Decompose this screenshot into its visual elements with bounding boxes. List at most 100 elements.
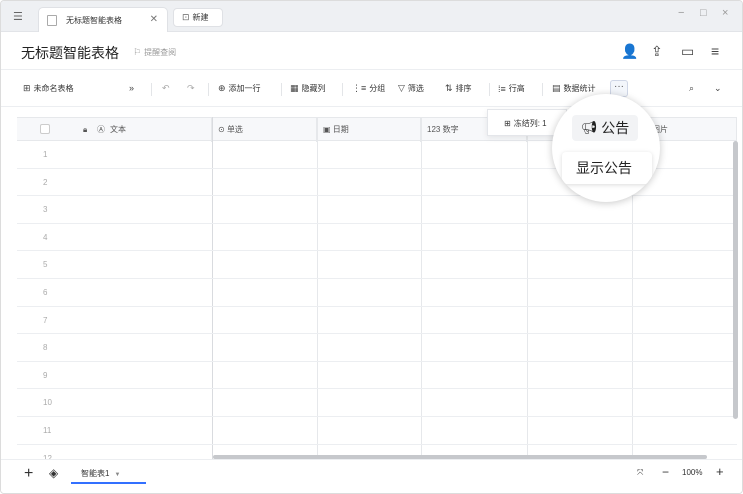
table-row[interactable]: 11 (17, 417, 737, 445)
freeze-columns-label: 冻结列: 1 (513, 119, 547, 128)
page-title[interactable]: 无标题智能表格 (21, 43, 119, 63)
fit-screen-icon[interactable]: ⤧ (637, 468, 643, 478)
flag-icon: ⚐ (133, 47, 142, 57)
document-icon (47, 14, 57, 26)
sort-icon: ⇅ (445, 83, 453, 93)
filter-button[interactable]: ▽ 筛选 (398, 83, 424, 94)
collapse-panel-icon[interactable]: » (129, 83, 137, 93)
add-collaborator-icon[interactable]: 👤 (621, 43, 638, 60)
table-row[interactable]: 6 (17, 279, 737, 307)
layers-icon[interactable]: ◈ (49, 466, 58, 480)
redo-icon[interactable]: ↷ (187, 83, 198, 94)
zoom-in-icon[interactable]: + (716, 464, 724, 479)
row-number: 2 (43, 177, 48, 187)
undo-icon[interactable]: ↶ (162, 83, 173, 94)
table-row[interactable]: 4 (17, 224, 737, 252)
new-tab-button[interactable]: ⊡ 新建 (173, 8, 223, 27)
column-header-single-select[interactable]: ⊙ 单选 (212, 118, 317, 142)
reminder-label: 提醒查阅 (144, 48, 177, 57)
hide-columns-label: 隐藏列 (301, 84, 326, 93)
group-icon: ⋮≡ (352, 83, 367, 93)
vertical-scrollbar[interactable] (733, 141, 738, 419)
show-announcement-menu-item[interactable]: 显示公告 (562, 152, 652, 184)
stats-icon: ▤ (552, 83, 561, 93)
zoom-level[interactable]: 100% (682, 468, 702, 477)
select-icon: ⊙ (218, 125, 227, 134)
row-number: 4 (43, 232, 48, 242)
announcement-button[interactable]: 📢︎ 公告 (572, 115, 638, 141)
stats-button[interactable]: ▤ 数据统计 (552, 83, 596, 94)
caret-down-icon[interactable]: ▼ (114, 472, 120, 478)
close-window-button[interactable]: × (722, 7, 728, 19)
sort-label: 排序 (455, 84, 472, 93)
tab-document[interactable]: 无标题智能表格 ✕ (38, 7, 168, 32)
row-number: 7 (43, 315, 48, 325)
bottom-bar: + ◈ 智能表1 ▼ ⤧ − 100% + (1, 459, 742, 493)
column-header-text[interactable]: 🔒︎ Ⓐ 文本 (17, 118, 212, 142)
stats-label: 数据统计 (563, 84, 596, 93)
minimize-button[interactable]: − (678, 7, 684, 19)
megaphone-icon: 📢︎ (580, 120, 598, 135)
reminder-button[interactable]: ⚐ 提醒查阅 (133, 47, 176, 58)
group-label: 分组 (369, 84, 386, 93)
table-icon: ⊞ (23, 83, 31, 93)
list-icon[interactable]: ☰ (13, 10, 27, 24)
chevron-down-icon[interactable]: ⌄ (714, 83, 725, 94)
column-single-select-label: 单选 (226, 125, 243, 134)
menu-icon[interactable]: ≡ (711, 43, 719, 59)
sheet-tab[interactable]: 智能表1 ▼ (71, 464, 146, 484)
view-name: 未命名表格 (33, 84, 74, 93)
maximize-button[interactable]: □ (700, 7, 707, 19)
hide-columns-button[interactable]: ▦ 隐藏列 (290, 83, 326, 94)
table-row[interactable]: 3 (17, 196, 737, 224)
group-button[interactable]: ⋮≡ 分组 (352, 83, 385, 94)
title-bar: ☰ 无标题智能表格 ✕ ⊡ 新建 − □ × (1, 1, 742, 32)
row-number: 1 (43, 150, 48, 159)
add-row-button[interactable]: ⊕ 添加一行 (218, 83, 261, 94)
add-sheet-icon[interactable]: + (24, 465, 33, 483)
filter-icon: ▽ (398, 83, 405, 93)
row-number: 3 (43, 205, 48, 215)
sheet-name: 智能表1 (81, 469, 110, 478)
sort-button[interactable]: ⇅ 排序 (445, 83, 472, 94)
lock-icon: 🔒︎ (83, 125, 88, 134)
search-icon[interactable]: ⌕ (689, 83, 697, 94)
columns-icon: ▦ (290, 83, 299, 93)
table-row[interactable]: 10 (17, 389, 737, 417)
table-row[interactable]: 7 (17, 307, 737, 335)
app-window: ☰ 无标题智能表格 ✕ ⊡ 新建 − □ × 无标题智能表格 ⚐ 提醒查阅 👤 … (0, 0, 743, 494)
zoom-out-icon[interactable]: − (662, 465, 669, 479)
column-number-label: 123 数字 (427, 125, 459, 134)
view-selector[interactable]: ⊞ 未命名表格 (23, 83, 74, 94)
row-height-label: 行高 (508, 84, 525, 93)
new-document-icon: ⊡ (182, 12, 190, 22)
magnifier-callout: 📢︎ 公告 显示公告 (552, 94, 660, 202)
select-all-checkbox[interactable] (40, 124, 50, 134)
plus-circle-icon: ⊕ (218, 83, 226, 93)
share-icon[interactable]: ⇪ (651, 43, 663, 60)
document-header: 无标题智能表格 ⚐ 提醒查阅 👤 ⇪ ▭ ≡ (1, 32, 742, 70)
column-text-label: 文本 (110, 125, 126, 134)
column-header-date[interactable]: ▣ 日期 (317, 118, 421, 142)
filter-label: 筛选 (407, 84, 424, 93)
table-row[interactable]: 5 (17, 251, 737, 279)
comment-icon[interactable]: ▭ (681, 43, 694, 60)
announcement-label: 公告 (601, 120, 630, 136)
column-date-label: 日期 (332, 125, 349, 134)
row-height-button[interactable]: ⁞≡ 行高 (498, 83, 525, 94)
row-number: 11 (43, 426, 52, 435)
row-number: 6 (43, 288, 48, 297)
table-row[interactable]: 9 (17, 362, 737, 390)
calendar-icon: ▣ (323, 125, 333, 134)
add-row-label: 添加一行 (228, 84, 261, 93)
row-number: 9 (43, 370, 48, 380)
row-height-icon: ⁞≡ (498, 83, 506, 94)
table-row[interactable]: 8 (17, 334, 737, 362)
freeze-icon: ⊞ (504, 119, 511, 128)
tab-title: 无标题智能表格 (66, 15, 122, 25)
new-tab-label: 新建 (192, 13, 209, 22)
tab-close-icon[interactable]: ✕ (150, 14, 158, 25)
row-number: 8 (43, 343, 48, 353)
row-number: 5 (43, 260, 48, 270)
row-number: 10 (43, 398, 52, 408)
